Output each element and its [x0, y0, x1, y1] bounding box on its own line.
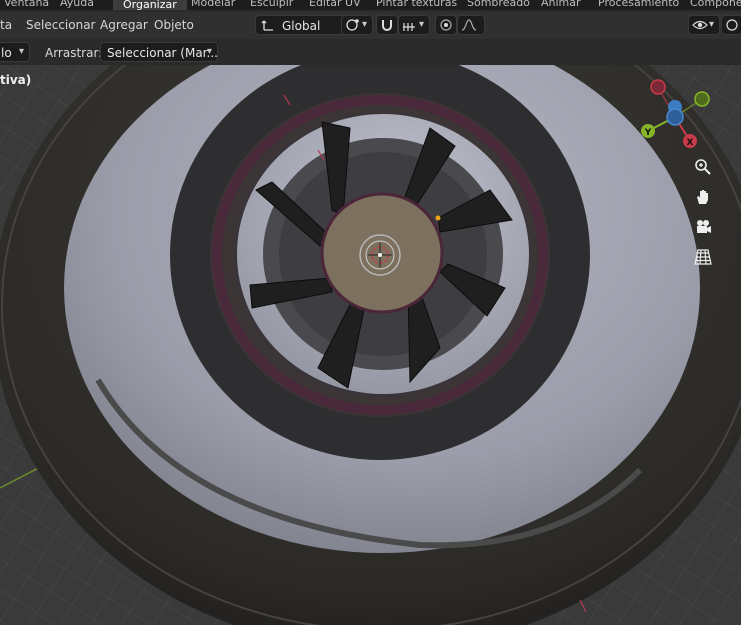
- menu-objeto[interactable]: Objeto: [154, 18, 194, 32]
- workspace-bar: Ventana Ayuda Organizar Modelar Esculpir…: [0, 0, 741, 10]
- magnet-icon: [382, 20, 392, 31]
- proportional-edit-toggle[interactable]: [435, 15, 457, 35]
- tab-animar[interactable]: Animar: [541, 0, 581, 9]
- tab-modelar[interactable]: Modelar: [191, 0, 235, 9]
- neg-x-axis-ball: [650, 79, 666, 95]
- tab-esculpir[interactable]: Esculpir: [250, 0, 293, 9]
- proportional-icon: [440, 19, 452, 31]
- navigation-gizmo[interactable]: Y X: [630, 77, 710, 157]
- chevron-down-icon: ▾: [361, 19, 367, 30]
- menu-vista[interactable]: ta: [0, 18, 12, 32]
- mode-dropdown[interactable]: lo ▾: [0, 42, 30, 62]
- camera-icon[interactable]: [692, 218, 714, 240]
- tab-organizar[interactable]: Organizar: [113, 0, 187, 10]
- chevron-down-icon: ▾: [18, 46, 24, 57]
- snap-increment-icon: [403, 23, 415, 31]
- falloff-curve-icon: [461, 19, 477, 31]
- tab-procesamiento[interactable]: Procesamiento: [598, 0, 679, 9]
- orientation-value: Global: [282, 19, 321, 33]
- menu-ventana[interactable]: Ventana: [4, 0, 49, 9]
- drag-select-dropdown[interactable]: Seleccionar (Mar... ▾: [100, 42, 218, 62]
- eye-icon: [692, 20, 708, 30]
- gizmo-icon: [726, 19, 738, 31]
- grid-icon[interactable]: [692, 248, 714, 270]
- snap-target-dropdown[interactable]: ▾: [398, 15, 430, 35]
- 3d-viewport[interactable]: tiva) Y X: [0, 65, 741, 625]
- tab-componer[interactable]: Componer: [690, 0, 741, 9]
- orientation-icon: [261, 20, 273, 31]
- hand-icon[interactable]: [692, 188, 714, 210]
- drag-label: Arrastrar:: [45, 46, 103, 60]
- pivot-icon: [346, 19, 359, 31]
- tab-pintar-texturas[interactable]: Pintar texturas: [376, 0, 457, 9]
- y-axis-label: Y: [644, 128, 652, 138]
- falloff-dropdown[interactable]: [457, 15, 485, 35]
- tab-editar-uv[interactable]: Editar UV: [309, 0, 361, 9]
- x-axis-label: X: [687, 138, 694, 148]
- viewport-header: ta Seleccionar Agregar Objeto Global ▾ ▾…: [0, 12, 741, 39]
- pivot-dropdown[interactable]: ▾: [341, 15, 373, 35]
- tool-settings-bar: lo ▾ Arrastrar: Seleccionar (Mar... ▾: [0, 40, 741, 65]
- viewport-overlay-text: tiva): [0, 73, 32, 87]
- mode-label: lo: [1, 46, 12, 60]
- zoom-icon[interactable]: [692, 158, 714, 180]
- drag-select-value: Seleccionar (Mar...: [107, 46, 218, 60]
- snap-toggle[interactable]: [376, 15, 398, 35]
- menu-ayuda[interactable]: Ayuda: [60, 0, 94, 9]
- visibility-dropdown[interactable]: ▾: [688, 15, 720, 35]
- chevron-down-icon: ▾: [206, 46, 212, 57]
- menu-agregar[interactable]: Agregar: [100, 18, 148, 32]
- gizmo-toggle[interactable]: [721, 15, 741, 35]
- chevron-down-icon: ▾: [708, 19, 714, 30]
- chevron-down-icon: ▾: [418, 19, 424, 30]
- menu-seleccionar[interactable]: Seleccionar: [26, 18, 95, 32]
- neg-y-axis-ball: [694, 91, 710, 107]
- view-axis-ball: [666, 108, 684, 126]
- tab-sombreado[interactable]: Sombreado: [467, 0, 530, 9]
